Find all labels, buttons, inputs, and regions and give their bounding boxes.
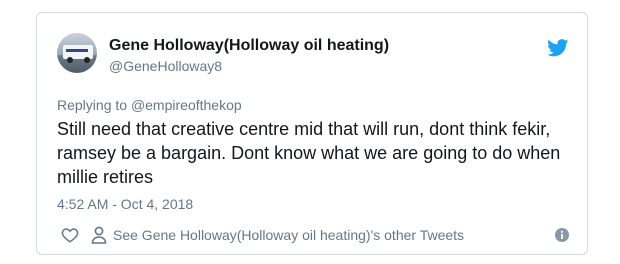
replying-mention-link[interactable]: @empireofthekop xyxy=(131,97,242,113)
avatar[interactable] xyxy=(57,33,97,73)
tweet-actions: See Gene Holloway(Holloway oil heating)'… xyxy=(57,224,569,246)
avatar-van-stripe xyxy=(66,49,88,52)
replying-prefix: Replying to xyxy=(57,97,131,113)
display-name[interactable]: Gene Holloway(Holloway oil heating) xyxy=(109,37,389,55)
user-handle[interactable]: @GeneHolloway8 xyxy=(109,58,222,74)
tweet-text: Still need that creative centre mid that… xyxy=(57,119,561,187)
info-icon[interactable] xyxy=(555,228,569,242)
replying-to: Replying to @empireofthekop xyxy=(57,97,242,113)
other-tweets-label: See Gene Holloway(Holloway oil heating)'… xyxy=(113,227,465,243)
avatar-wheel xyxy=(67,57,73,63)
avatar-wheel xyxy=(84,57,90,63)
heart-icon[interactable] xyxy=(61,226,79,244)
tweet-timestamp[interactable]: 4:52 AM - Oct 4, 2018 xyxy=(57,196,193,212)
other-tweets-link[interactable]: See Gene Holloway(Holloway oil heating)'… xyxy=(91,224,464,246)
twitter-bird-icon[interactable] xyxy=(547,39,569,57)
person-icon xyxy=(91,226,107,244)
embedded-tweet-card: Gene Holloway(Holloway oil heating) @Gen… xyxy=(36,12,588,255)
